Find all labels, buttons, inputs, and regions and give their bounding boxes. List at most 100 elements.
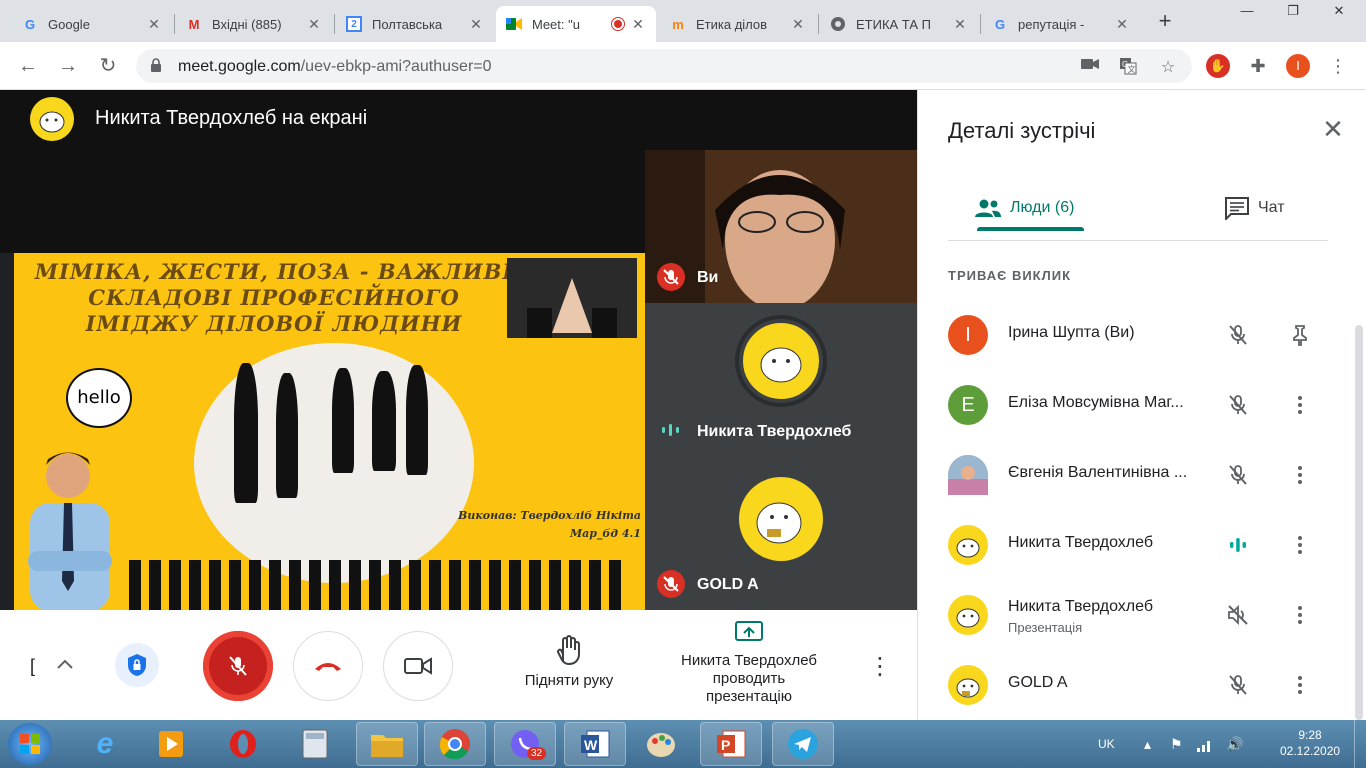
system-clock[interactable]: 9:28 02.12.2020 <box>1280 720 1340 768</box>
tile-name: GOLD A <box>697 576 759 593</box>
close-panel-button[interactable]: ✕ <box>1318 114 1348 144</box>
panel-scrollbar[interactable] <box>1355 325 1363 720</box>
host-controls-button[interactable] <box>115 643 159 687</box>
pin-icon[interactable] <box>1288 323 1312 347</box>
participant-avatar <box>948 455 988 495</box>
raise-hand-button[interactable]: Підняти руку <box>504 672 634 690</box>
browser-toolbar: ← → ↻ meet.google.com/uev-ebkp-ami?authu… <box>0 42 1366 90</box>
more-vert-icon[interactable] <box>1288 463 1312 487</box>
present-screen-icon[interactable] <box>734 620 764 644</box>
mic-off-icon <box>1229 675 1247 695</box>
meeting-details-toggle[interactable]: [ <box>30 656 35 677</box>
paint-taskbar-icon[interactable] <box>630 722 692 766</box>
url-text: meet.google.com/uev-ebkp-ami?authuser=0 <box>178 58 492 75</box>
more-vert-icon[interactable] <box>1288 393 1312 417</box>
opera-taskbar-icon[interactable] <box>212 722 274 766</box>
tab-globe[interactable]: ЕТИКА ТА П ✕ <box>820 6 978 42</box>
more-vert-icon[interactable] <box>1288 603 1312 627</box>
tab-calendar[interactable]: 2 Полтавська ✕ <box>336 6 494 42</box>
action-center-flag-icon[interactable]: ⚑ <box>1170 720 1183 768</box>
participant-row[interactable]: Євгенія Валентинівна ... <box>918 440 1366 510</box>
close-window-button[interactable]: ✕ <box>1322 0 1356 22</box>
more-vert-icon[interactable] <box>1288 533 1312 557</box>
participant-tile-self[interactable]: Ви <box>645 150 917 303</box>
panel-divider <box>948 240 1328 241</box>
chevron-up-icon[interactable] <box>54 654 76 676</box>
browser-menu-icon[interactable]: ⋮ <box>1326 54 1350 78</box>
calculator-taskbar-icon[interactable] <box>284 722 346 766</box>
tab-gmail[interactable]: M Вхідні (885) ✕ <box>176 6 332 42</box>
windows-taskbar: e 32 W P UK ▴ ⚑ 🔊 9:28 02.12.2020 <box>0 720 1366 768</box>
chrome-taskbar-icon[interactable] <box>424 722 486 766</box>
close-tab-icon[interactable]: ✕ <box>306 16 322 33</box>
viber-taskbar-icon[interactable]: 32 <box>494 722 556 766</box>
gmail-icon: M <box>188 16 200 32</box>
close-tab-icon[interactable]: ✕ <box>952 16 968 33</box>
more-vert-icon[interactable] <box>1288 673 1312 697</box>
speaking-indicator-icon <box>1230 538 1246 552</box>
reload-button[interactable]: ↻ <box>96 54 120 78</box>
participant-tile-nikita[interactable]: Никита Твердохлеб <box>645 303 917 457</box>
start-button[interactable] <box>8 723 52 765</box>
leave-call-button[interactable] <box>293 631 363 701</box>
show-desktop-button[interactable] <box>1354 720 1366 768</box>
presenting-title: Никита Твердохлеб на екрані <box>95 107 368 129</box>
presenting-status[interactable]: Никита Твердохлеб проводить презентацію <box>660 652 838 706</box>
close-tab-icon[interactable]: ✕ <box>146 16 162 33</box>
shield-lock-icon <box>128 654 146 676</box>
close-tab-icon[interactable]: ✕ <box>468 16 484 33</box>
tab-search-reputation[interactable]: G репутація - ✕ <box>982 6 1140 42</box>
powerpoint-taskbar-icon[interactable]: P <box>700 722 762 766</box>
svg-text:P: P <box>721 737 730 753</box>
profile-avatar[interactable]: I <box>1286 54 1310 78</box>
tab-chat[interactable]: Чат <box>1224 185 1285 231</box>
lock-icon <box>151 58 161 72</box>
extensions-puzzle-icon[interactable]: ✚ <box>1246 54 1270 78</box>
speaking-indicator-icon <box>661 423 683 437</box>
silhouette-figure <box>234 363 258 503</box>
more-options-icon[interactable]: ⋮ <box>868 652 892 680</box>
participant-row[interactable]: Никита Твердохлеб Презентація <box>918 580 1366 650</box>
network-icon[interactable] <box>1196 720 1214 768</box>
explorer-taskbar-icon[interactable] <box>356 722 418 766</box>
participant-row[interactable]: E Еліза Мовсумівна Маг... <box>918 370 1366 440</box>
address-bar[interactable]: meet.google.com/uev-ebkp-ami?authuser=0 … <box>136 49 1192 83</box>
word-taskbar-icon[interactable]: W <box>564 722 626 766</box>
participant-row[interactable]: I Ірина Шупта (Ви) <box>918 300 1366 370</box>
camera-toggle-button[interactable] <box>383 631 453 701</box>
participant-row[interactable]: Никита Твердохлеб <box>918 510 1366 580</box>
camera-in-use-icon[interactable] <box>1080 57 1100 75</box>
tab-google[interactable]: G Google ✕ <box>12 6 172 42</box>
tab-meet[interactable]: Meet: "u ✕ <box>496 6 656 42</box>
forward-button[interactable]: → <box>56 54 80 78</box>
back-button[interactable]: ← <box>16 54 40 78</box>
restore-button[interactable]: ❐ <box>1276 0 1310 22</box>
raise-hand-icon[interactable] <box>553 634 585 666</box>
tab-moodle[interactable]: m Етика ділов ✕ <box>660 6 816 42</box>
minimize-button[interactable]: — <box>1230 0 1264 22</box>
bookmark-star-icon[interactable]: ☆ <box>1158 57 1178 76</box>
google-icon: G <box>994 16 1006 32</box>
shared-presentation-slide[interactable]: МІМІКА, ЖЕСТИ, ПОЗА - ВАЖЛИВІ СКЛАДОВІ П… <box>14 253 645 610</box>
participant-row[interactable]: GOLD A <box>918 650 1366 720</box>
close-tab-icon[interactable]: ✕ <box>630 16 646 33</box>
adblock-extension-icon[interactable]: ✋ <box>1206 54 1230 78</box>
mic-off-icon <box>229 656 247 676</box>
active-tab-indicator <box>977 227 1084 231</box>
close-tab-icon[interactable]: ✕ <box>790 16 806 33</box>
language-indicator[interactable]: UK <box>1098 720 1115 768</box>
participant-tile-gold[interactable]: GOLD A <box>645 457 917 610</box>
media-player-taskbar-icon[interactable] <box>140 722 202 766</box>
translate-icon[interactable]: 文G <box>1118 57 1138 75</box>
ie-taskbar-icon[interactable]: e <box>74 722 136 766</box>
show-hidden-icons[interactable]: ▴ <box>1144 720 1151 768</box>
svg-text:文: 文 <box>1128 64 1136 74</box>
new-tab-button[interactable]: + <box>1152 8 1178 34</box>
tab-people[interactable]: Люди (6) <box>974 185 1074 231</box>
hands-photo <box>507 258 637 338</box>
volume-icon[interactable]: 🔊 <box>1226 720 1243 768</box>
microphone-toggle-button[interactable] <box>203 631 273 701</box>
telegram-taskbar-icon[interactable] <box>772 722 834 766</box>
meeting-controls-bar: [ Підняти руку Никита Твердохлеб проводи… <box>0 610 917 720</box>
close-tab-icon[interactable]: ✕ <box>1114 16 1130 33</box>
